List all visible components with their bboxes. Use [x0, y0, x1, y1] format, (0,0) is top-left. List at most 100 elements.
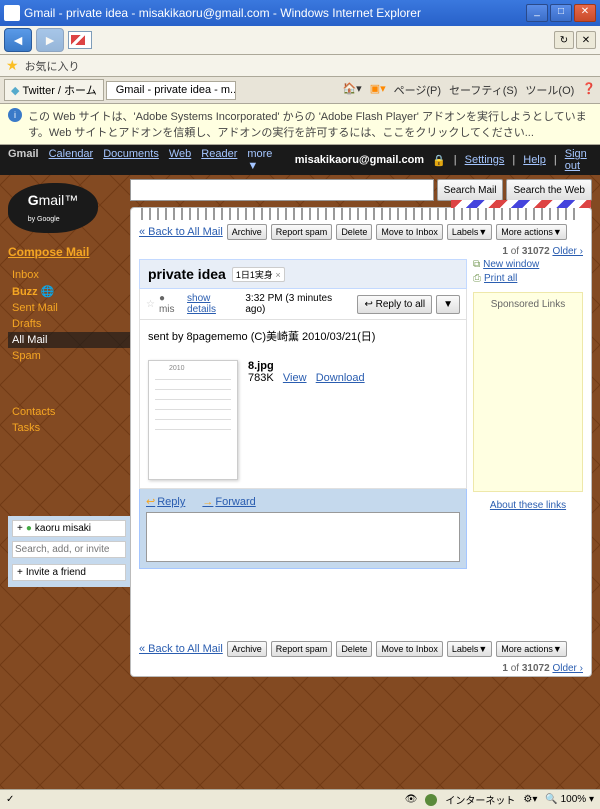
search-web-button[interactable]: Search the Web — [506, 179, 592, 201]
favorites-star-icon[interactable]: ★ — [6, 57, 19, 74]
chat-user-row[interactable]: + ● kaoru misaki — [12, 520, 126, 537]
moreactions-button-b[interactable]: More actions▼ — [496, 641, 566, 657]
delete-button[interactable]: Delete — [336, 224, 372, 240]
help-icon[interactable]: ❓ — [582, 82, 596, 98]
expand-icon: + — [17, 567, 23, 578]
labels-button-b[interactable]: Labels▼ — [447, 641, 492, 657]
gmail-icon — [71, 35, 85, 45]
menu-tools[interactable]: ツール(O) — [525, 82, 574, 98]
forward-button[interactable]: ► — [36, 28, 64, 52]
back-button[interactable]: ◄ — [4, 28, 32, 52]
compose-button[interactable]: Compose Mail — [8, 245, 130, 259]
twitter-icon: ◆ — [11, 84, 19, 97]
close-button[interactable]: ✕ — [574, 4, 596, 22]
reply-dropdown[interactable]: ▼ — [436, 295, 460, 314]
nav-drafts[interactable]: Drafts — [8, 316, 130, 332]
topnav-reader[interactable]: Reader — [201, 148, 237, 172]
moveinbox-button-b[interactable]: Move to Inbox — [376, 641, 443, 657]
zone-icon — [425, 794, 437, 806]
show-details-link[interactable]: show details — [187, 293, 241, 315]
reply-link[interactable]: ↩Reply — [146, 496, 185, 508]
favorites-label[interactable]: お気に入り — [25, 58, 80, 74]
older-link[interactable]: Older › — [552, 246, 583, 257]
menu-page[interactable]: ページ(P) — [394, 82, 441, 98]
spiral-decoration — [141, 208, 581, 220]
nav-sent[interactable]: Sent Mail — [8, 300, 130, 316]
pager-bottom: 1 of 31072 Older › — [131, 661, 591, 676]
protected-mode-icon[interactable]: ⚙▾ — [523, 794, 537, 805]
feeds-icon[interactable]: ▣▾ — [370, 82, 386, 98]
nav-tasks[interactable]: Tasks — [8, 420, 130, 436]
tab-gmail[interactable]: Gmail - private idea - m... ✕ — [106, 81, 236, 100]
archive-button[interactable]: Archive — [227, 224, 267, 240]
chat-search-input[interactable] — [12, 541, 126, 558]
topnav-gmail[interactable]: Gmail — [8, 148, 39, 172]
sponsored-box: Sponsored Links — [473, 292, 583, 492]
topnav-documents[interactable]: Documents — [103, 148, 159, 172]
delete-button-b[interactable]: Delete — [336, 641, 372, 657]
nav-spam[interactable]: Spam — [8, 348, 130, 364]
archive-button-b[interactable]: Archive — [227, 641, 267, 657]
pager-top: 1 of 31072 Older › — [131, 244, 591, 259]
back-to-allmail-link[interactable]: « Back to All Mail — [139, 226, 223, 238]
gmail-app: Gmail Calendar Documents Web Reader more… — [0, 145, 600, 789]
address-bar[interactable] — [68, 31, 92, 49]
minimize-button[interactable]: _ — [526, 4, 548, 22]
status-done-icon: ✓ — [6, 794, 14, 805]
info-text: この Web サイトは、'Adobe Systems Incorporated'… — [28, 108, 592, 140]
signout-link[interactable]: Sign out — [565, 148, 592, 172]
reply-all-button[interactable]: ↩ Reply to all — [357, 295, 432, 314]
spam-button[interactable]: Report spam — [271, 224, 333, 240]
star-icon[interactable]: ☆ — [146, 299, 155, 310]
older-link-b[interactable]: Older › — [552, 663, 583, 674]
nav-buzz[interactable]: Buzz 🌐 — [8, 283, 130, 300]
forward-link[interactable]: →Forward — [202, 496, 255, 508]
print-all-link[interactable]: ⎙Print all — [473, 273, 583, 284]
topnav-more[interactable]: more ▼ — [247, 148, 284, 172]
attachment-size: 783K — [248, 372, 274, 384]
labels-button[interactable]: Labels▼ — [447, 224, 492, 240]
help-link[interactable]: Help — [523, 154, 546, 166]
reply-textbox[interactable] — [146, 512, 460, 562]
search-mail-button[interactable]: Search Mail — [437, 179, 504, 201]
menu-safety[interactable]: セーフティ(S) — [449, 82, 517, 98]
invite-friend-row[interactable]: + Invite a friend — [12, 564, 126, 581]
tab-twitter[interactable]: ◆ Twitter / ホーム — [4, 79, 104, 101]
lock-icon: 🔒 — [432, 154, 446, 167]
airmail-decoration — [451, 200, 591, 208]
new-window-link[interactable]: ⧉New window — [473, 259, 583, 270]
message-body: sent by 8pagememo (C)美崎薫 2010/03/21(日) 8… — [139, 320, 467, 489]
attachment-thumbnail[interactable] — [148, 360, 238, 480]
label-tag[interactable]: 1日1実身 × — [232, 267, 285, 282]
spam-button-b[interactable]: Report spam — [271, 641, 333, 657]
attachment-download-link[interactable]: Download — [316, 372, 365, 384]
settings-link[interactable]: Settings — [465, 154, 505, 166]
maximize-button[interactable]: □ — [550, 4, 572, 22]
topnav-calendar[interactable]: Calendar — [49, 148, 94, 172]
ie-info-bar[interactable]: i この Web サイトは、'Adobe Systems Incorporate… — [0, 104, 600, 145]
refresh-button[interactable]: ↻ — [554, 31, 574, 49]
attachment-view-link[interactable]: View — [283, 372, 307, 384]
privacy-icon[interactable]: 👁 — [405, 794, 418, 805]
search-input[interactable] — [130, 179, 434, 201]
back-to-allmail-link-bottom[interactable]: « Back to All Mail — [139, 643, 223, 655]
label-remove-icon[interactable]: × — [275, 270, 280, 280]
gmail-logo: Gmail™by Google — [8, 183, 98, 233]
ie-statusbar: ✓ 👁 インターネット ⚙▾ 🔍 100% ▾ — [0, 789, 600, 809]
nav-contacts[interactable]: Contacts — [8, 404, 130, 420]
info-icon: i — [8, 108, 22, 122]
message-time: 3:32 PM (3 minutes ago) — [245, 293, 353, 315]
message-main: private idea 1日1実身 × ☆ ● mis show detail… — [139, 259, 467, 569]
zoom-label[interactable]: 🔍 100% ▾ — [545, 794, 594, 805]
action-bar-top: « Back to All Mail Archive Report spam D… — [131, 220, 591, 244]
moveinbox-button[interactable]: Move to Inbox — [376, 224, 443, 240]
nav-allmail[interactable]: All Mail — [8, 332, 130, 348]
moreactions-button[interactable]: More actions▼ — [496, 224, 566, 240]
stop-button[interactable]: ✕ — [576, 31, 596, 49]
message-header: ☆ ● mis show details 3:32 PM (3 minutes … — [139, 289, 467, 320]
nav-inbox[interactable]: Inbox — [8, 267, 130, 283]
home-icon[interactable]: 🏠▾ — [342, 82, 361, 98]
topnav-web[interactable]: Web — [169, 148, 191, 172]
about-links[interactable]: About these links — [473, 500, 583, 511]
attachment-row: 8.jpg 783K View Download — [148, 360, 458, 480]
